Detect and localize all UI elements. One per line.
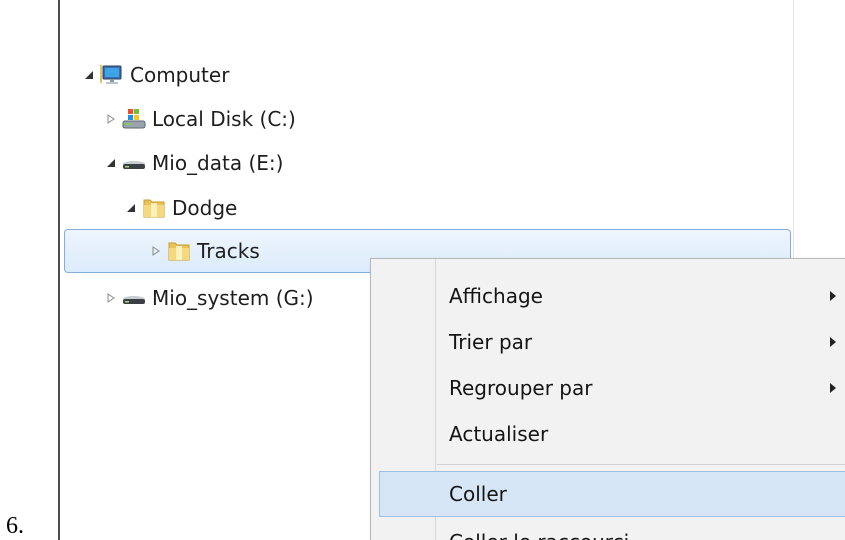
tree-item-label: Mio_data (E:) [152, 151, 284, 175]
tree-item-local-disk[interactable]: Local Disk (C:) [104, 97, 296, 141]
tree-item-dodge[interactable]: Dodge [124, 186, 237, 230]
collapsed-arrow-icon[interactable] [104, 291, 118, 305]
tree-item-mio-data[interactable]: Mio_data (E:) [104, 141, 283, 185]
explorer-screenshot: Computer Local Disk (C:) Mio_data (E:) D… [58, 0, 845, 540]
submenu-arrow-icon [829, 319, 837, 365]
tree-item-label: Local Disk (C:) [152, 107, 296, 131]
menu-item-regrouper-par[interactable]: Regrouper par [371, 365, 845, 411]
menu-item-label: Affichage [449, 284, 543, 308]
list-number: 6. [6, 513, 24, 539]
tree-item-label: Mio_system (G:) [152, 286, 314, 310]
menu-item-coller[interactable]: Coller [379, 471, 845, 517]
system-drive-icon [122, 107, 146, 131]
collapsed-arrow-icon[interactable] [149, 244, 163, 258]
tree-item-mio-system[interactable]: Mio_system (G:) [104, 276, 314, 320]
expanded-arrow-icon[interactable] [104, 156, 118, 170]
menu-item-label: Trier par [449, 330, 533, 354]
computer-icon [100, 63, 124, 87]
folder-icon [167, 239, 191, 263]
menu-item-label: Coller le raccourci [449, 530, 629, 540]
expanded-arrow-icon[interactable] [124, 201, 138, 215]
submenu-arrow-icon [829, 273, 837, 319]
tree-item-label: Tracks [197, 239, 260, 263]
drive-icon [122, 151, 146, 175]
tree-item-computer[interactable]: Computer [82, 53, 229, 97]
drive-icon [122, 286, 146, 310]
tree-item-label: Dodge [172, 196, 238, 220]
menu-item-affichage[interactable]: Affichage [371, 273, 845, 319]
menu-item-coller-le-raccourci[interactable]: Coller le raccourci [371, 519, 845, 540]
menu-item-label: Actualiser [449, 422, 549, 446]
menu-item-label: Coller [449, 482, 507, 506]
tree-item-label: Computer [130, 63, 230, 87]
menu-item-label: Regrouper par [449, 376, 593, 400]
menu-item-actualiser[interactable]: Actualiser [371, 411, 845, 457]
folder-icon [142, 196, 166, 220]
menu-item-trier-par[interactable]: Trier par [371, 319, 845, 365]
collapsed-arrow-icon[interactable] [104, 112, 118, 126]
context-menu: Affichage Trier par Regrouper par Actual… [370, 258, 845, 540]
expanded-arrow-icon[interactable] [82, 68, 96, 82]
menu-separator [437, 464, 845, 465]
submenu-arrow-icon [829, 365, 837, 411]
